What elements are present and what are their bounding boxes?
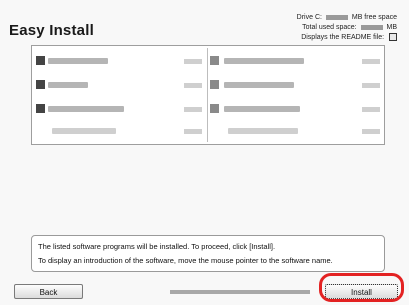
disk-info: Drive C: MB free space Total used space:…: [297, 13, 397, 43]
redacted-software-name[interactable]: [48, 58, 108, 64]
redacted-software-name[interactable]: [224, 58, 304, 64]
list-item[interactable]: [34, 100, 382, 122]
total-used-space: Total used space: MB: [302, 24, 397, 31]
list-item[interactable]: [34, 52, 382, 74]
software-icon: [36, 104, 45, 113]
back-button[interactable]: Back: [14, 284, 83, 299]
redacted-software-name[interactable]: [48, 106, 124, 112]
footer-bar: Back Install: [0, 278, 409, 305]
redacted-size: [362, 107, 380, 112]
drive-free-space: Drive C: MB free space: [296, 14, 397, 21]
redacted-software-name[interactable]: [228, 128, 298, 134]
instruction-line: The listed software programs will be ins…: [38, 242, 276, 251]
redacted-software-name[interactable]: [48, 82, 88, 88]
redacted-software-name[interactable]: [224, 106, 300, 112]
readme-icon[interactable]: [389, 33, 397, 42]
instruction-line: To display an introduction of the softwa…: [38, 256, 333, 265]
redacted-value: [325, 14, 348, 20]
redacted-size: [362, 59, 380, 64]
easy-install-window: Easy Install Drive C: MB free space Tota…: [0, 0, 409, 305]
software-icon: [210, 104, 219, 113]
redacted-size: [362, 129, 380, 134]
software-icon: [36, 56, 45, 65]
software-icon: [210, 56, 219, 65]
redacted-status-text: [170, 290, 310, 294]
install-button[interactable]: Install: [325, 284, 398, 299]
redacted-value: [360, 24, 383, 30]
instruction-box: The listed software programs will be ins…: [31, 235, 385, 272]
redacted-size: [184, 83, 202, 88]
software-icon: [36, 80, 45, 89]
redacted-software-name[interactable]: [52, 128, 116, 134]
redacted-size: [362, 83, 380, 88]
list-item[interactable]: [34, 122, 382, 144]
redacted-size: [184, 129, 202, 134]
redacted-software-name[interactable]: [224, 82, 294, 88]
redacted-size: [184, 59, 202, 64]
page-title: Easy Install: [9, 22, 94, 39]
software-list[interactable]: [31, 45, 385, 145]
list-item[interactable]: [34, 76, 382, 98]
readme-row: Displays the README file:: [297, 33, 397, 43]
redacted-size: [184, 107, 202, 112]
software-icon: [210, 80, 219, 89]
